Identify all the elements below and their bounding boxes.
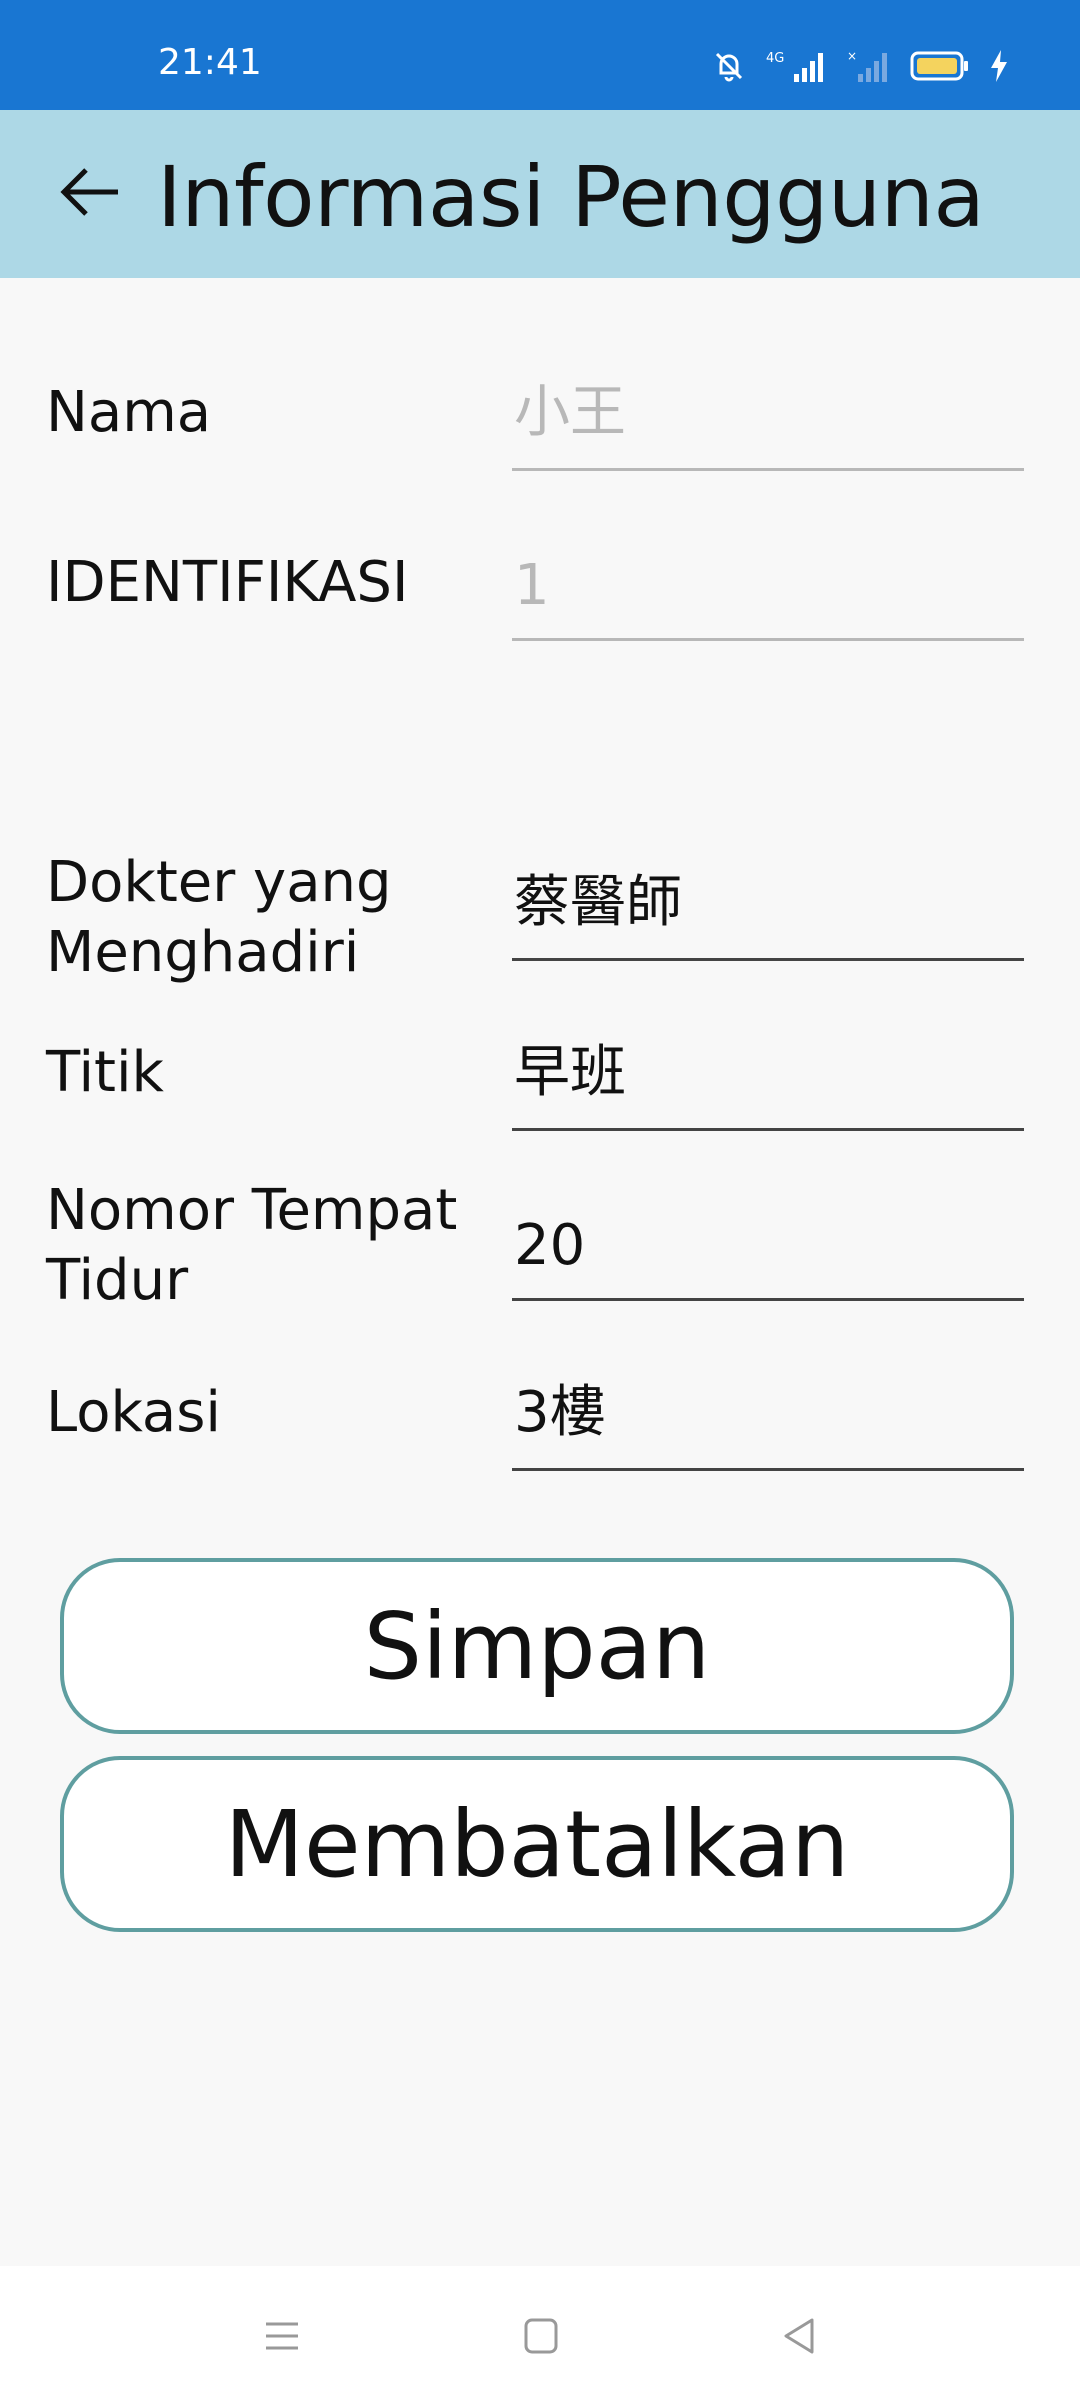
signal-no-sim-icon: × xyxy=(847,49,887,82)
titik-label: Titik xyxy=(46,1040,164,1105)
back-button[interactable] xyxy=(50,152,130,232)
tempat-tidur-value: 20 xyxy=(514,1213,586,1278)
back-triangle-icon[interactable] xyxy=(770,2306,830,2366)
identifikasi-label: IDENTIFIKASI xyxy=(46,550,409,615)
titik-input[interactable]: 早班 xyxy=(512,1018,1024,1131)
status-time: 21:41 xyxy=(158,42,262,83)
page-title: Informasi Pengguna xyxy=(157,148,985,246)
app-bar: Informasi Pengguna xyxy=(0,110,1080,278)
home-square-icon[interactable] xyxy=(510,2306,570,2366)
menu-icon[interactable] xyxy=(252,2306,312,2366)
network-type: 4G xyxy=(766,51,784,66)
cancel-button[interactable]: Membatalkan xyxy=(60,1756,1014,1932)
titik-value: 早班 xyxy=(514,1040,626,1105)
charging-bolt-icon xyxy=(991,50,1007,82)
tempat-tidur-label-line1: Nomor Tempat xyxy=(46,1178,458,1243)
identifikasi-value: 1 xyxy=(514,553,550,618)
dokter-value: 蔡醫師 xyxy=(514,870,682,935)
svg-text:×: × xyxy=(847,49,857,63)
lokasi-value: 3樓 xyxy=(514,1380,606,1445)
nama-input[interactable]: 小王 xyxy=(512,358,1024,471)
nama-value: 小王 xyxy=(514,380,626,445)
signal-4g-icon: 4G xyxy=(766,51,823,82)
tempat-tidur-label-line2: Tidur xyxy=(46,1248,189,1313)
nama-label: Nama xyxy=(46,380,212,445)
tempat-tidur-input[interactable]: 20 xyxy=(512,1188,1024,1301)
dokter-label-line1: Dokter yang xyxy=(46,850,392,915)
system-nav-bar xyxy=(0,2266,1080,2400)
dokter-input[interactable]: 蔡醫師 xyxy=(512,848,1024,961)
save-button[interactable]: Simpan xyxy=(60,1558,1014,1734)
status-icons: 4G × xyxy=(712,46,1010,86)
battery-icon xyxy=(910,51,968,81)
dokter-label-line2: Menghadiri xyxy=(46,920,360,985)
lokasi-label: Lokasi xyxy=(46,1380,221,1445)
arrow-left-icon xyxy=(60,168,118,216)
lokasi-input[interactable]: 3樓 xyxy=(512,1358,1024,1471)
mute-bell-icon xyxy=(715,52,743,82)
identifikasi-input[interactable]: 1 xyxy=(512,528,1024,641)
status-bar: 21:41 4G × xyxy=(0,0,1080,110)
